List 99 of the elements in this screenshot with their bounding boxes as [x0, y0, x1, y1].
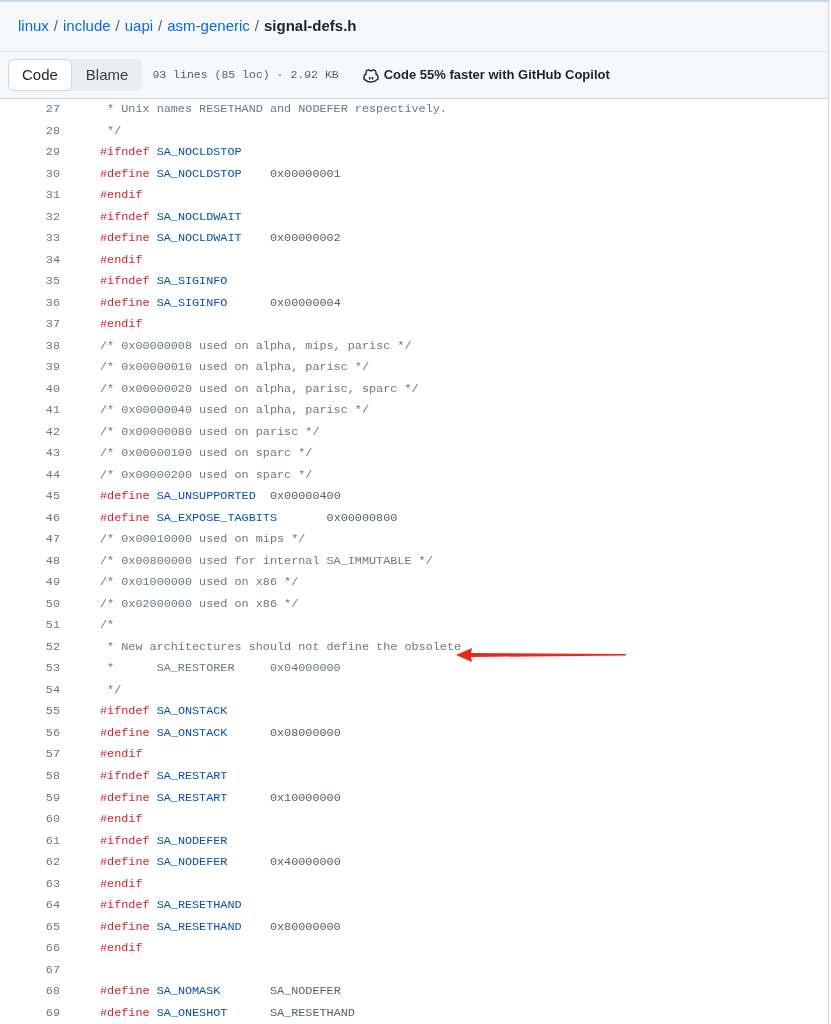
code-line: #endif [100, 187, 143, 205]
code-line: /* 0x00010000 used on mips */ [100, 531, 306, 549]
code-line: */ [106, 122, 122, 140]
line-number: 59 [44, 789, 60, 807]
breadcrumb-link[interactable]: asm-generic [167, 15, 250, 38]
line-number: 63 [44, 875, 60, 893]
code-line: /* 0x01000000 used on x86 */ [100, 574, 299, 592]
line-number: 47 [44, 531, 60, 549]
line-number: 64 [44, 897, 60, 915]
code-line: /* 0x00800000 used for internal SA_IMMUTABLE */ [100, 552, 433, 570]
line-number: 46 [44, 509, 60, 527]
code-line: #define SA_EXPOSE_TAGBITS 0x00000800 [100, 509, 398, 527]
line-number: 30 [44, 165, 60, 183]
code-line: #ifndef SA_ONSTACK [100, 703, 228, 721]
code-line: #define SA_RESTART 0x10000000 [100, 789, 341, 807]
code-line: * Unix names RESETHAND and NODEFER respectively. [106, 101, 447, 118]
code-line: /* 0x00000080 used on parisc */ [100, 423, 320, 441]
line-number: 44 [44, 466, 60, 484]
line-number: 62 [44, 854, 60, 872]
code-line: #ifndef SA_NOCLDWAIT [100, 208, 242, 226]
code-line: #ifndef SA_SIGINFO [100, 273, 228, 291]
line-number: 53 [44, 660, 60, 678]
line-number: 65 [44, 918, 60, 936]
line-number: 27 [44, 101, 60, 118]
code-line: #define SA_SIGINFO 0x00000004 [100, 294, 341, 312]
line-number: 56 [44, 724, 60, 742]
breadcrumb-link[interactable]: linux [18, 15, 49, 38]
code-line: #define SA_NODEFER 0x40000000 [100, 854, 341, 872]
line-number: 37 [44, 316, 60, 334]
breadcrumb-link[interactable]: uapi [124, 15, 154, 38]
copilot-icon [362, 67, 379, 83]
line-number: 39 [44, 359, 60, 377]
code-line: #define SA_ONESHOT SA_RESETHAND [100, 1004, 355, 1022]
line-number: 48 [44, 552, 60, 570]
path-separator: / [254, 16, 259, 37]
code-line: #ifndef SA_NODEFER [100, 832, 228, 850]
line-number: 69 [44, 1004, 60, 1022]
code-line: /* 0x00000100 used on sparc */ [100, 445, 313, 463]
code-line: #define SA_NOMASK SA_NODEFER [100, 983, 341, 1001]
line-number: 61 [44, 832, 60, 850]
code-line: #define SA_UNSUPPORTED 0x00000400 [100, 488, 341, 506]
code-line: /* 0x00000200 used on sparc */ [100, 466, 313, 484]
line-number: 50 [44, 595, 60, 613]
line-number: 66 [44, 940, 60, 958]
file-info: 93 lines (85 loc) · 2.92 KB [152, 67, 339, 84]
code-line: #endif [100, 316, 143, 334]
code-line: #define SA_RESETHAND 0x80000000 [100, 918, 341, 936]
code-line: #endif [100, 875, 143, 893]
code-line: * SA_RESTORER 0x04000000 [106, 660, 341, 678]
line-number: 28 [44, 122, 60, 140]
code-line: #define SA_NOCLDWAIT 0x00000002 [100, 230, 341, 248]
line-number: 52 [44, 638, 60, 656]
line-number: 57 [44, 746, 60, 764]
line-number: 58 [44, 768, 60, 785]
view-tab[interactable]: Code [8, 58, 72, 92]
code-line: #endif [100, 811, 143, 828]
code-line: /* 0x00000020 used on alpha, parisc, sparc */ [100, 380, 419, 398]
line-number: 55 [44, 703, 60, 721]
file-name: signal-defs.h [264, 16, 357, 37]
line-number: 41 [44, 402, 60, 420]
code-line: * New architectures should not define the obsolete [106, 638, 462, 656]
line-number: 49 [44, 574, 60, 592]
line-number: 40 [44, 380, 60, 398]
copilot-promo-link[interactable]: Code 55% faster with GitHub Copilot [383, 65, 610, 85]
code-line: #ifndef SA_NOCLDSTOP [100, 144, 242, 162]
code-line: /* 0x00000010 used on alpha, parisc */ [100, 359, 369, 377]
code-line: /* [100, 617, 115, 635]
line-number: 54 [44, 681, 60, 699]
code-line: /* 0x02000000 used on x86 */ [100, 595, 299, 613]
line-number: 29 [44, 144, 60, 162]
code-line: #endif [100, 940, 143, 958]
code-line: #ifndef SA_RESTART [100, 768, 228, 785]
line-number: 34 [44, 251, 60, 269]
line-number: 51 [44, 617, 60, 635]
line-number: 42 [44, 423, 60, 441]
code-line: #endif [100, 251, 143, 269]
line-number: 68 [44, 983, 60, 1001]
line-number: 35 [44, 273, 60, 291]
code-line: #ifndef SA_RESETHAND [100, 897, 242, 915]
line-number: 36 [44, 294, 60, 312]
path-separator: / [115, 16, 120, 37]
code-line: #define SA_NOCLDSTOP 0x00000001 [100, 165, 341, 183]
view-tab[interactable]: Blame [71, 58, 143, 92]
path-separator: / [158, 16, 163, 37]
code-line: #endif [100, 746, 143, 764]
line-number: 38 [44, 337, 60, 355]
line-number: 32 [44, 208, 60, 226]
code-line: #define SA_ONSTACK 0x08000000 [100, 724, 341, 742]
path-separator: / [53, 16, 59, 37]
line-number: 43 [44, 445, 60, 463]
code-line: /* 0x00000008 used on alpha, mips, parisc */ [100, 337, 412, 355]
line-number: 31 [44, 187, 60, 205]
code-line: */ [106, 681, 122, 699]
line-number: 45 [44, 488, 60, 506]
code-line: /* 0x00000040 used on alpha, parisc */ [100, 402, 369, 420]
line-number: 67 [44, 961, 60, 979]
line-number: 60 [44, 811, 60, 828]
line-number: 33 [44, 230, 60, 248]
breadcrumb-link[interactable]: include [63, 15, 111, 38]
